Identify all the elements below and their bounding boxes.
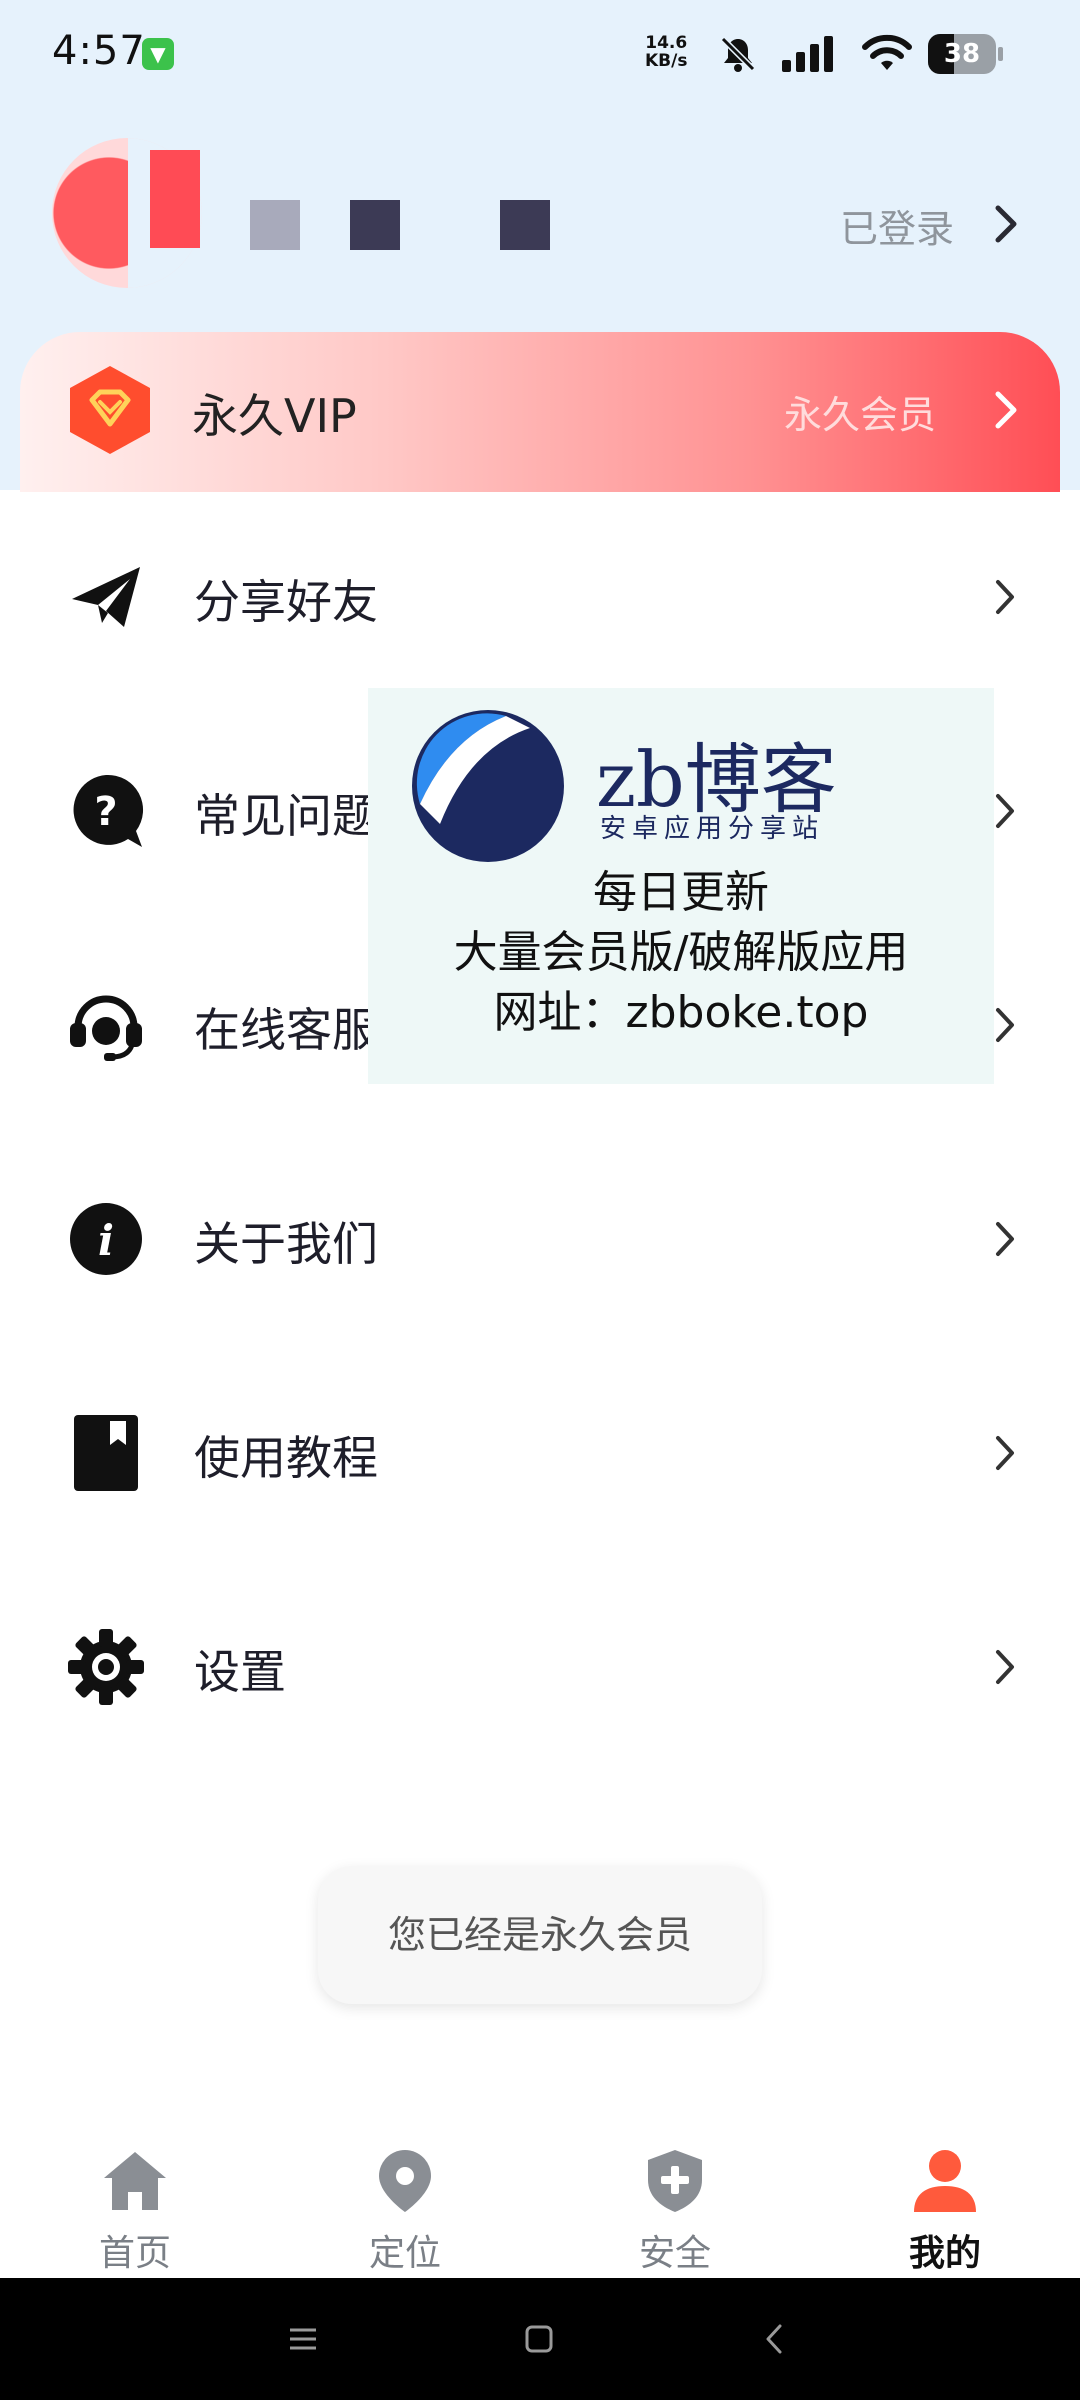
app-notification-icon: ▼: [142, 38, 174, 70]
mute-bell-icon: [720, 36, 756, 72]
chevron-right-icon: [996, 1436, 1014, 1470]
menu-icon[interactable]: [280, 2316, 326, 2362]
battery-icon: 38: [928, 34, 1004, 74]
home-icon: [104, 2152, 166, 2210]
shield-plus-icon: [648, 2150, 702, 2212]
watermark-line: 每日更新: [593, 867, 769, 918]
network-speed: 14.6 KB/s: [645, 33, 688, 71]
nav-label: 安全: [638, 2233, 711, 2274]
user-icon: [914, 2150, 976, 2212]
status-time: 4:57: [52, 28, 146, 74]
toast-message: 您已经是永久会员: [318, 1866, 762, 2004]
headset-icon: [70, 995, 142, 1061]
vip-banner[interactable]: 永久VIP 永久会员: [20, 332, 1060, 492]
system-navigation-bar: [0, 2278, 1080, 2400]
nav-label: 首页: [98, 2233, 171, 2274]
gear-icon: [68, 1629, 144, 1705]
menu-item-tutorial[interactable]: 使用教程: [0, 1346, 1080, 1560]
menu-label: 常见问题: [194, 789, 378, 843]
diamond-badge-icon: [70, 366, 150, 454]
bottom-navigation: 首页 定位 安全 我的: [0, 2118, 1080, 2278]
home-square-icon[interactable]: [516, 2316, 562, 2362]
chevron-right-icon: [995, 391, 1017, 429]
nav-label: 我的: [908, 2233, 981, 2274]
signal-icon: [782, 36, 833, 72]
nav-tab-mine[interactable]: 我的: [810, 2118, 1080, 2278]
watermark-slogan: 安卓应用分享站: [600, 814, 825, 844]
chevron-right-icon[interactable]: [988, 202, 1022, 246]
menu-label: 分享好友: [194, 575, 378, 629]
svg-text:i: i: [98, 1216, 114, 1265]
blog-logo-icon: [412, 710, 564, 862]
chevron-right-icon: [996, 580, 1014, 614]
menu-label: 使用教程: [194, 1431, 378, 1485]
watermark-line: 大量会员版/破解版应用: [453, 927, 909, 978]
login-status[interactable]: 已登录: [840, 198, 954, 253]
menu-label: 设置: [194, 1645, 286, 1699]
chevron-right-icon: [996, 794, 1014, 828]
menu-label: 关于我们: [194, 1217, 378, 1271]
nav-tab-home[interactable]: 首页: [0, 2118, 270, 2278]
vip-title: 永久VIP: [192, 389, 357, 443]
chevron-right-icon: [996, 1222, 1014, 1256]
nav-tab-location[interactable]: 定位: [270, 2118, 540, 2278]
paper-plane-icon: [72, 567, 140, 627]
chevron-right-icon: [996, 1008, 1014, 1042]
watermark-line: 网址：zbboke.top: [493, 987, 869, 1038]
watermark-overlay: zb博客 安卓应用分享站 每日更新 大量会员版/破解版应用 网址：zbboke.…: [368, 688, 994, 1084]
info-icon: i: [70, 1203, 142, 1275]
vip-subtitle: 永久会员: [784, 393, 937, 437]
status-bar: 4:57 ▼ 14.6 KB/s 38: [0, 0, 1080, 110]
book-icon: [74, 1415, 138, 1491]
menu-label: 在线客服: [194, 1003, 378, 1057]
svg-text:?: ?: [94, 789, 117, 835]
wifi-icon: [862, 34, 912, 70]
location-pin-icon: [379, 2150, 431, 2212]
nav-label: 定位: [368, 2233, 441, 2274]
menu-item-settings[interactable]: 设置: [0, 1560, 1080, 1774]
menu-item-share[interactable]: 分享好友: [0, 490, 1080, 704]
nav-tab-security[interactable]: 安全: [540, 2118, 810, 2278]
back-icon[interactable]: [752, 2316, 798, 2362]
chevron-right-icon: [996, 1650, 1014, 1684]
question-icon: ?: [73, 774, 144, 847]
menu-item-about[interactable]: i 关于我们: [0, 1132, 1080, 1346]
